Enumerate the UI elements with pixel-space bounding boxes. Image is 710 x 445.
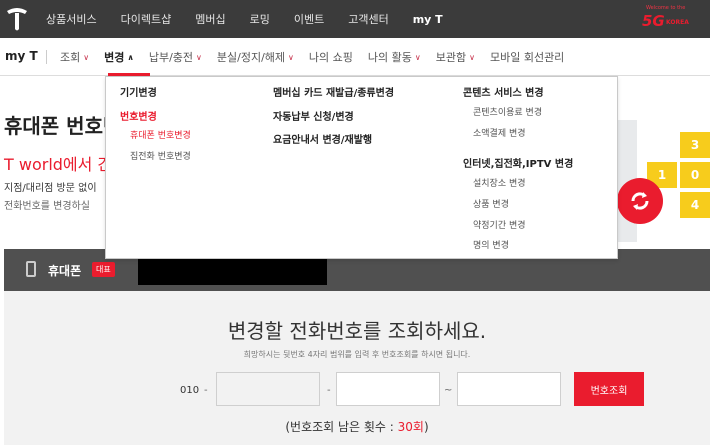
subnav-item-my-shopping[interactable]: 나의 쇼핑 [309, 49, 353, 65]
subnav-item-label: 조회 [60, 51, 81, 64]
nav-item-event[interactable]: 이벤트 [294, 11, 324, 27]
chevron-down-icon: ∨ [469, 52, 475, 62]
keypad-key: 0 [680, 162, 710, 188]
page-description-line1: 지점/대리점 방문 없이 [4, 183, 97, 194]
menu-content-service[interactable]: 콘텐츠 서비스 변경 [463, 84, 544, 99]
chevron-up-icon: ∧ [127, 52, 134, 62]
menu-product-change[interactable]: 상품 변경 [473, 197, 509, 210]
subnav-item-mobile-line[interactable]: 모바일 회선관리 [490, 49, 564, 65]
subnav-menu: 조회 ∨ 변경 ∧ 납부/충전 ∨ 분실/정지/해제 ∨ 나의 쇼핑 나의 활동 ∨ 보관… [60, 38, 579, 76]
nav-item-products[interactable]: 상품서비스 [46, 11, 97, 27]
number-lookup-button[interactable]: 번호조회 [574, 372, 644, 406]
menu-membership-card[interactable]: 멤버십 카드 재발급/종류변경 [273, 84, 394, 99]
refresh-icon [617, 178, 663, 224]
range-end-field[interactable] [457, 372, 561, 406]
subnav-item-my-activity[interactable]: 나의 활동 ∨ [368, 49, 421, 65]
lookup-title: 변경할 전화번호를 조회하세요. [227, 319, 487, 343]
menu-micropayment[interactable]: 소액결제 변경 [473, 126, 526, 139]
chevron-down-icon: ∨ [196, 52, 202, 62]
keypad-key: 3 [680, 132, 710, 158]
chevron-down-icon: ∨ [414, 52, 421, 62]
chevron-down-icon: ∨ [288, 52, 294, 62]
banner-welcome-text: Welcome to the [646, 5, 686, 11]
global-nav-bar: 상품서비스 다이렉트샵 멤버십 로밍 이벤트 고객센터 my T Welcome… [0, 0, 710, 38]
chevron-down-icon: ∨ [83, 52, 90, 62]
nav-item-membership[interactable]: 멤버십 [195, 11, 225, 27]
subnav-item-payment[interactable]: 납부/충전 ∨ [149, 49, 202, 65]
remaining-lookups-text: (번호조회 남은 횟수 : 30회) [4, 418, 710, 435]
nav-item-my-t[interactable]: my T [413, 13, 443, 26]
redacted-phone-number [138, 259, 327, 285]
subnav-item-label: 납부/충전 [148, 51, 194, 64]
range-start-field[interactable] [336, 372, 440, 406]
remaining-count: 30회 [397, 420, 424, 434]
keypad-key: 4 [680, 192, 710, 218]
nav-item-customer-center[interactable]: 고객센터 [348, 11, 388, 27]
phone-line-label: 휴대폰 [48, 264, 82, 278]
subnav-item-label: 분실/정지/해제 [216, 51, 286, 64]
nav-item-roaming[interactable]: 로밍 [250, 11, 270, 27]
5g-korea-banner[interactable]: Welcome to the 5G KOREA [640, 5, 702, 33]
subnav-divider [46, 50, 47, 64]
menu-contract-period[interactable]: 약정기간 변경 [473, 218, 526, 231]
lookup-hint: 희망하시는 뒷번호 4자리 범위를 입력 후 번호조회를 하시면 됩니다. [243, 350, 471, 359]
subnav-item-change[interactable]: 변경 ∧ [104, 49, 134, 65]
menu-internet-phone-iptv[interactable]: 인터넷,집전화,IPTV 변경 [463, 155, 573, 170]
menu-bill-guide[interactable]: 요금안내서 변경/재발행 [273, 131, 372, 146]
menu-number-change[interactable]: 번호변경 [120, 108, 157, 123]
number-lookup-section: 변경할 전화번호를 조회하세요. 희망하시는 뒷번호 4자리 범위를 입력 후 … [4, 291, 710, 445]
subnav-item-label: 모바일 회선관리 [489, 51, 565, 64]
menu-device-change[interactable]: 기기변경 [120, 84, 157, 99]
banner-5g-text: 5G [642, 12, 665, 30]
range-separator: ~ [444, 385, 453, 396]
menu-home-phone-number-change[interactable]: 집전화 번호변경 [130, 149, 191, 162]
menu-mobile-number-change[interactable]: 휴대폰 번호변경 [130, 128, 191, 141]
middle-digits-field[interactable] [216, 372, 320, 406]
menu-auto-payment[interactable]: 자동납부 신청/변경 [273, 108, 354, 123]
global-nav-menu: 상품서비스 다이렉트샵 멤버십 로밍 이벤트 고객센터 my T [46, 0, 467, 38]
page-description-line2: 전화번호를 변경하실 [4, 201, 90, 212]
number-dash: - [204, 385, 208, 396]
subnav-item-lost-suspend[interactable]: 분실/정지/해제 ∨ [217, 49, 294, 65]
my-t-subnav: my T 조회 ∨ 변경 ∧ 납부/충전 ∨ 분실/정지/해제 ∨ 나의 쇼핑 나의 활… [0, 38, 710, 76]
remaining-prefix: (번호조회 남은 횟수 : [285, 420, 398, 434]
t-logo-icon[interactable] [4, 5, 30, 33]
subnav-item-label: 나의 활동 [367, 51, 412, 64]
menu-install-location[interactable]: 설치장소 변경 [473, 176, 526, 189]
primary-line-badge: 대표 [92, 262, 115, 277]
subnav-item-label: 나의 쇼핑 [308, 51, 353, 64]
page-tagline: T world에서 간 [4, 155, 113, 174]
subnav-title[interactable]: my T [5, 49, 38, 63]
number-prefix: 010 [180, 385, 200, 396]
banner-korea-text: KOREA [666, 19, 689, 26]
subnav-item-label: 보관함 [435, 51, 467, 64]
subnav-item-storage[interactable]: 보관함 ∨ [436, 49, 475, 65]
change-dropdown-menu: 기기변경 번호변경 휴대폰 번호변경 집전화 번호변경 멤버십 카드 재발급/종… [105, 76, 618, 259]
number-dash: - [327, 385, 331, 396]
menu-content-fee[interactable]: 콘텐츠이용료 변경 [473, 105, 542, 118]
subnav-item-inquiry[interactable]: 조회 ∨ [60, 49, 89, 65]
remaining-suffix: ) [423, 420, 429, 434]
mobile-phone-icon [26, 261, 36, 277]
menu-ownership-change[interactable]: 명의 변경 [473, 238, 509, 251]
subnav-item-label: 변경 [104, 51, 125, 64]
nav-item-directshop[interactable]: 다이렉트샵 [121, 11, 172, 27]
